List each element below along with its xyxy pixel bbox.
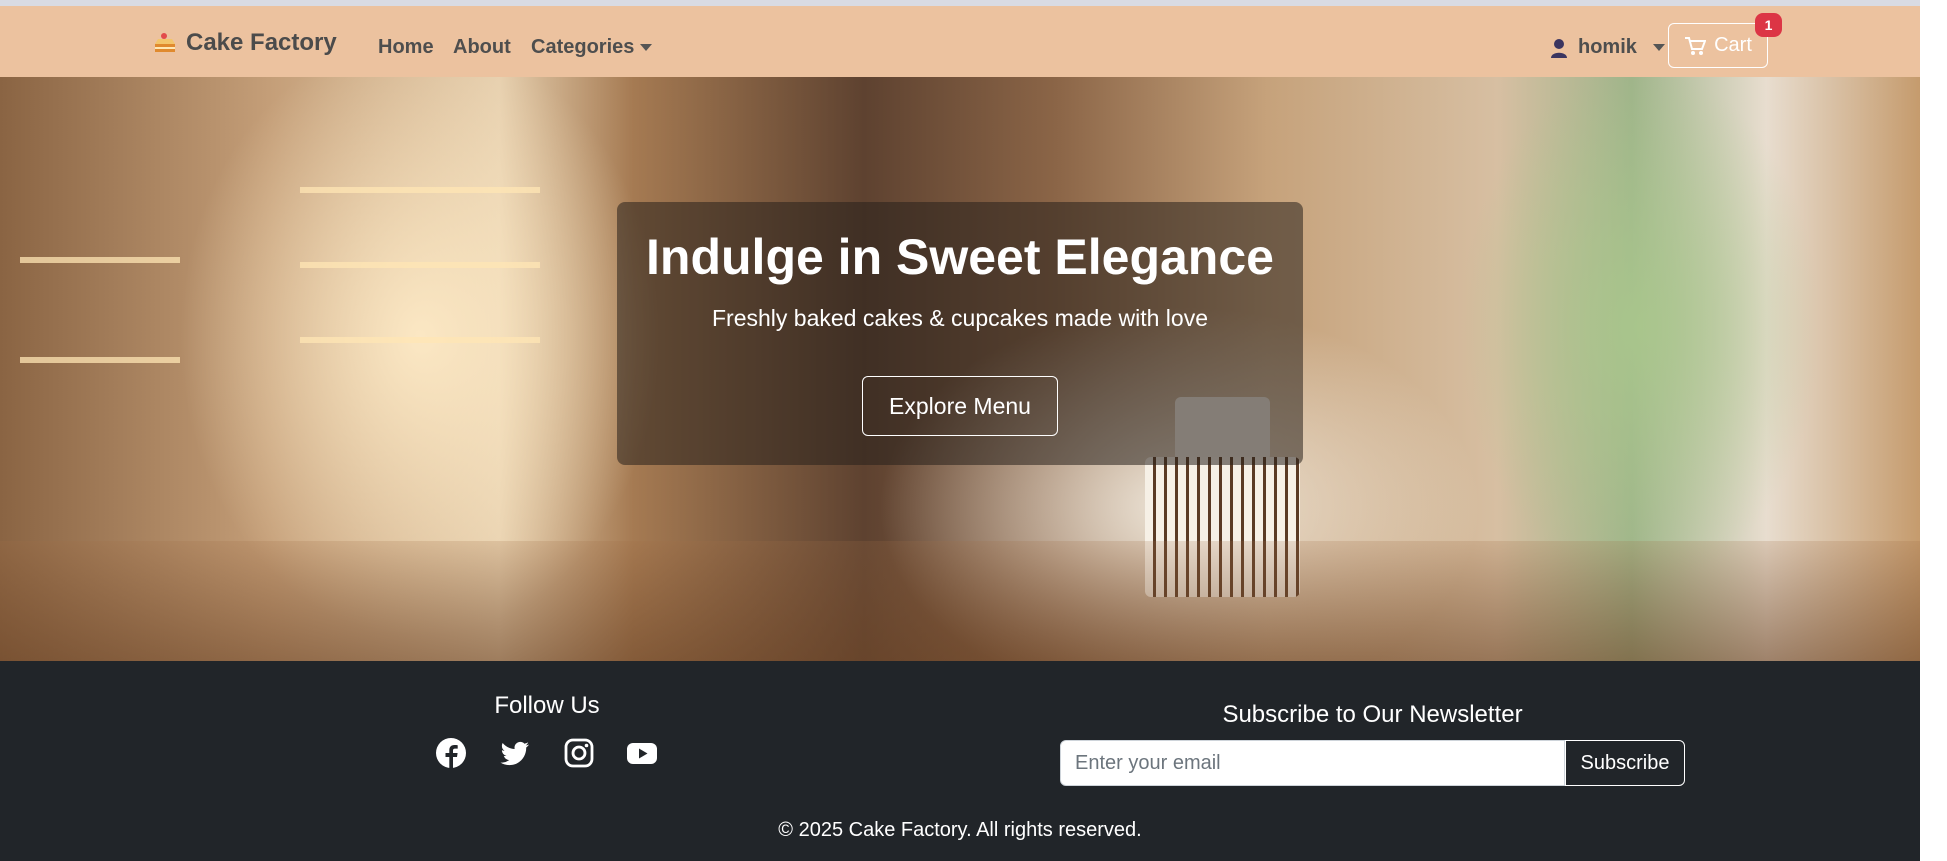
chevron-down-icon <box>1652 44 1665 51</box>
follow-us-title: Follow Us <box>494 692 600 719</box>
explore-menu-button[interactable]: Explore Menu <box>862 376 1058 436</box>
instagram-icon[interactable] <box>563 737 595 769</box>
brand-name: Cake Factory <box>186 29 337 56</box>
facebook-icon[interactable] <box>435 737 467 769</box>
twitter-icon[interactable] <box>499 737 531 769</box>
shelf <box>300 187 540 193</box>
navbar: Cake Factory Home About Categories homik… <box>0 6 1920 78</box>
chevron-down-icon <box>640 44 653 52</box>
youtube-icon[interactable] <box>626 737 658 769</box>
hero-title: Indulge in Sweet Elegance <box>646 229 1274 285</box>
user-icon <box>1551 38 1567 58</box>
shelf <box>300 337 540 343</box>
nav-home-link[interactable]: Home <box>378 36 434 59</box>
user-dropdown[interactable]: homik <box>1550 36 1665 59</box>
shelf <box>20 357 180 363</box>
hero-subtitle: Freshly baked cakes & cupcakes made with… <box>711 305 1209 331</box>
nav-categories-label: Categories <box>531 36 635 58</box>
window-edge <box>1920 0 1947 861</box>
subscribe-button[interactable]: Subscribe <box>1565 740 1685 786</box>
cart-icon <box>1685 36 1707 55</box>
cart-label: Cart <box>1714 34 1752 56</box>
copyright-text: © 2025 Cake Factory. All rights reserved… <box>778 819 1142 841</box>
floor-shade <box>0 541 1920 661</box>
newsletter-title: Subscribe to Our Newsletter <box>1222 701 1523 728</box>
username: homik <box>1578 36 1637 58</box>
nav-about-link[interactable]: About <box>453 36 511 59</box>
shelf <box>300 262 540 268</box>
shelf <box>20 257 180 263</box>
cart-button[interactable]: Cart <box>1668 23 1768 68</box>
email-input[interactable] <box>1060 740 1565 786</box>
cake-icon <box>155 33 175 52</box>
cart-count-badge: 1 <box>1755 13 1782 37</box>
nav-categories-dropdown[interactable]: Categories <box>531 36 653 59</box>
brand-logo[interactable]: Cake Factory <box>152 28 337 58</box>
